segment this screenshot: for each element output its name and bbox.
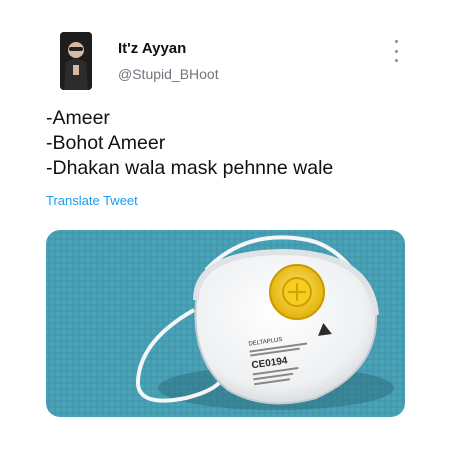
author-handle[interactable]: @Stupid_BHoot: [118, 66, 219, 82]
tweet-line: -Dhakan wala mask pehnne wale: [46, 157, 334, 179]
tweet-line: -Bohot Ameer: [46, 132, 166, 154]
tweet-image[interactable]: DELTAPLUS CE0194: [46, 230, 405, 417]
tweet-text: -Ameer -Bohot Ameer -Dhakan wala mask pe…: [46, 106, 333, 181]
avatar[interactable]: [60, 32, 92, 90]
author-name[interactable]: It'z Ayyan: [118, 40, 186, 57]
translate-tweet-link[interactable]: Translate Tweet: [46, 193, 138, 208]
tweet-line: -Ameer: [46, 107, 110, 129]
more-vertical-icon[interactable]: [391, 40, 401, 62]
